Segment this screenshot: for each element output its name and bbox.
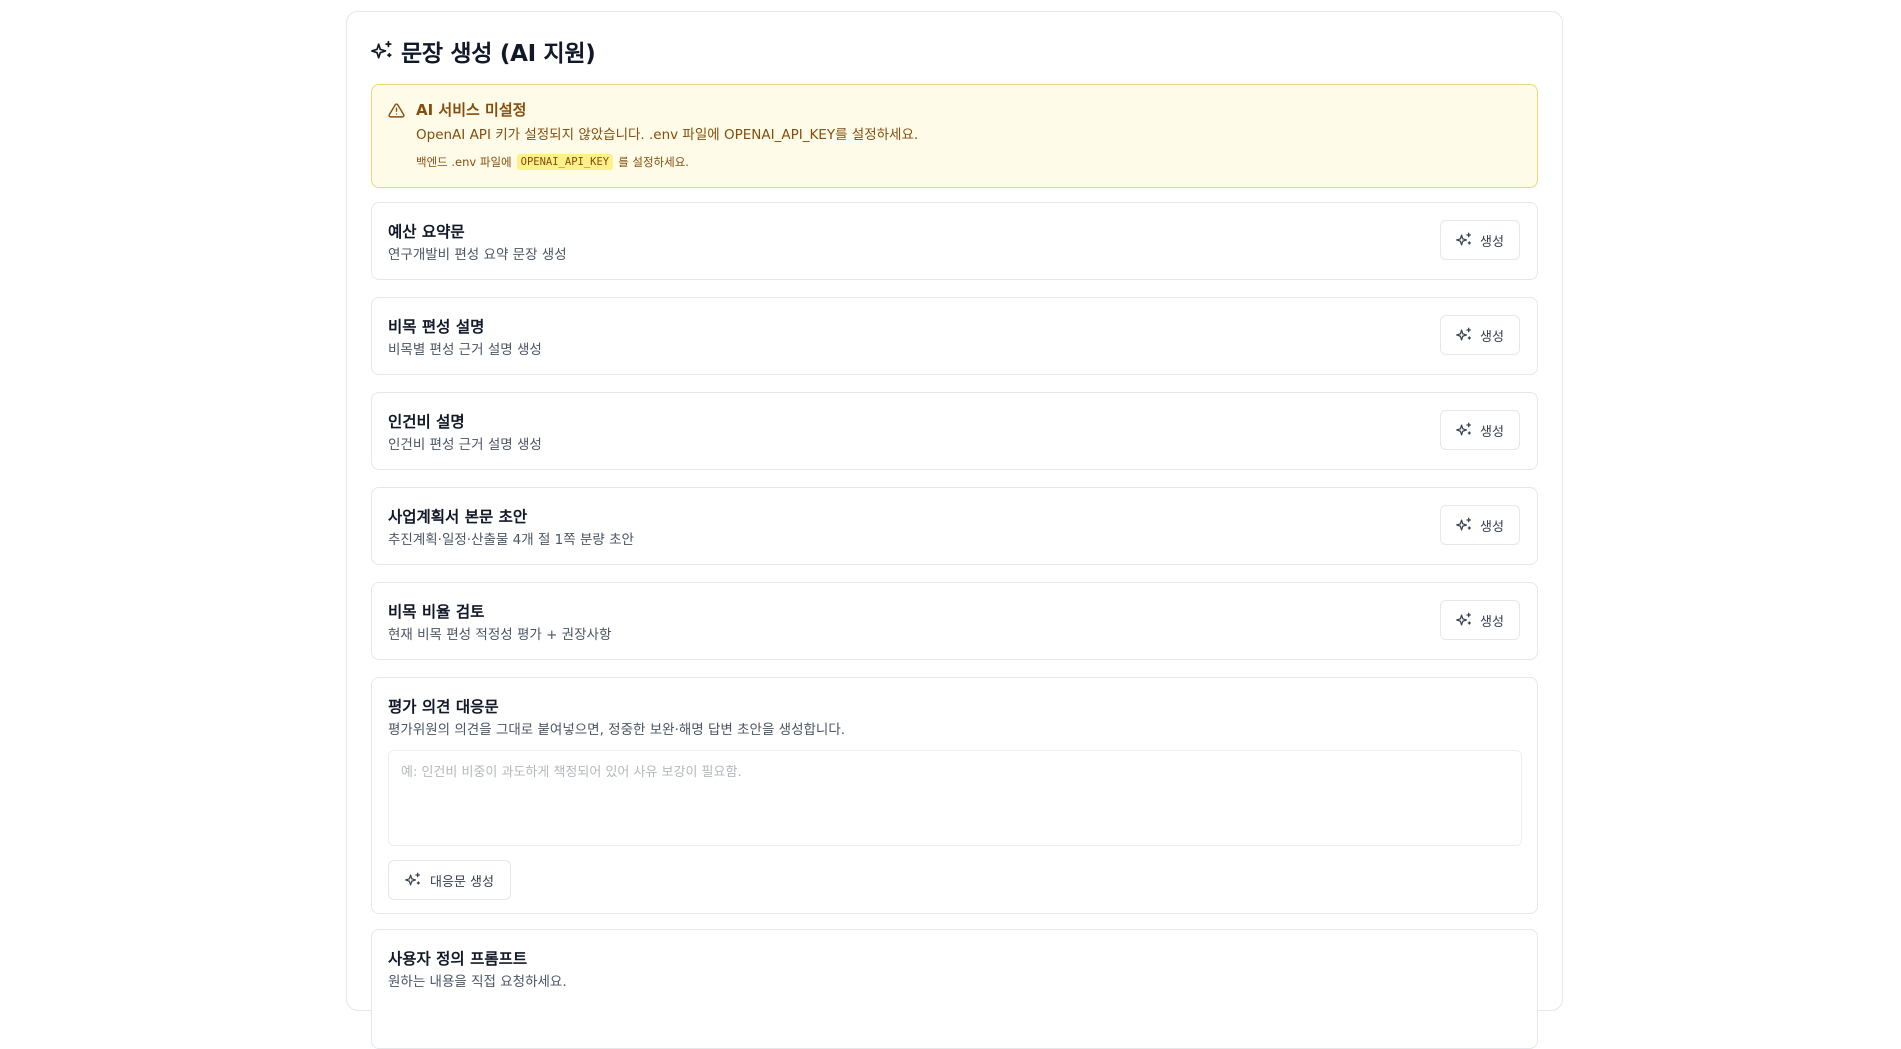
alert-hint-code: OPENAI_API_KEY	[516, 154, 614, 170]
card-title: 예산 요약문	[388, 223, 465, 241]
sparkles-icon	[1456, 327, 1472, 341]
card-title: 인건비 설명	[388, 413, 465, 431]
generate-button-label: 생성	[1480, 329, 1504, 345]
sparkles-icon	[371, 40, 392, 59]
generate-personnel-cost-button[interactable]: 생성	[1440, 410, 1520, 450]
sparkles-icon	[405, 872, 421, 886]
ai-generation-panel: 문장 생성 (AI 지원) AI 서비스 미설정 OpenAI API 키가 설…	[346, 11, 1563, 1049]
card-description: 추진계획·일정·산출물 4개 절 1쪽 분량 초안	[388, 532, 634, 548]
sparkles-icon	[1456, 612, 1472, 626]
card-description: 인건비 편성 근거 설명 생성	[388, 437, 542, 453]
generate-button-label: 생성	[1480, 424, 1504, 440]
generate-budget-summary-button[interactable]: 생성	[1440, 220, 1520, 260]
sparkles-icon	[1456, 422, 1472, 436]
card-title: 사용자 정의 프롬프트	[388, 950, 528, 968]
generate-button-label: 생성	[1480, 614, 1504, 630]
card-title: 평가 의견 대응문	[388, 698, 499, 716]
card-description: 원하는 내용을 직접 요청하세요.	[388, 974, 567, 990]
alert-hint: 백엔드 .env 파일에 OPENAI_API_KEY 를 설정하세요.	[416, 154, 689, 170]
card-title: 비목 편성 설명	[388, 318, 485, 336]
card-title: 비목 비율 검토	[388, 603, 485, 621]
generate-item-allocation-button[interactable]: 생성	[1440, 315, 1520, 355]
evaluation-opinion-input[interactable]	[388, 750, 1522, 846]
card-description: 현재 비목 편성 적정성 평가 + 권장사항	[388, 627, 612, 643]
card-personnel-cost: 인건비 설명 인건비 편성 근거 설명 생성 생성	[371, 392, 1538, 470]
generate-button-label: 생성	[1480, 519, 1504, 535]
generate-response-label: 대응문 생성	[430, 874, 494, 890]
sparkles-icon	[1456, 517, 1472, 531]
card-budget-summary: 예산 요약문 연구개발비 편성 요약 문장 생성 생성	[371, 202, 1538, 280]
card-title: 사업계획서 본문 초안	[388, 508, 528, 526]
generate-response-button[interactable]: 대응문 생성	[388, 860, 511, 900]
card-description: 비목별 편성 근거 설명 생성	[388, 342, 542, 358]
alert-hint-prefix: 백엔드 .env 파일에	[416, 155, 512, 169]
card-description: 평가위원의 의견을 그대로 붙여넣으면, 정중한 보완·해명 답변 초안을 생성…	[388, 722, 846, 738]
alert-hint-suffix: 를 설정하세요.	[618, 155, 689, 169]
generate-business-plan-button[interactable]: 생성	[1440, 505, 1520, 545]
generate-button-label: 생성	[1480, 234, 1504, 250]
card-evaluation-response: 평가 의견 대응문 평가위원의 의견을 그대로 붙여넣으면, 정중한 보완·해명…	[371, 677, 1538, 914]
card-custom-prompt: 사용자 정의 프롬프트 원하는 내용을 직접 요청하세요.	[371, 929, 1538, 1049]
card-description: 연구개발비 편성 요약 문장 생성	[388, 247, 567, 263]
card-item-allocation: 비목 편성 설명 비목별 편성 근거 설명 생성 생성	[371, 297, 1538, 375]
page-title: 문장 생성 (AI 지원)	[401, 41, 596, 67]
alert-message: OpenAI API 키가 설정되지 않았습니다. .env 파일에 OPENA…	[416, 127, 919, 143]
generate-ratio-review-button[interactable]: 생성	[1440, 600, 1520, 640]
card-business-plan-draft: 사업계획서 본문 초안 추진계획·일정·산출물 4개 절 1쪽 분량 초안 생성	[371, 487, 1538, 565]
warning-triangle-icon	[388, 103, 405, 118]
alert-title: AI 서비스 미설정	[416, 101, 527, 119]
card-item-ratio-review: 비목 비율 검토 현재 비목 편성 적정성 평가 + 권장사항 생성	[371, 582, 1538, 660]
ai-service-warning: AI 서비스 미설정 OpenAI API 키가 설정되지 않았습니다. .en…	[371, 84, 1538, 188]
sparkles-icon	[1456, 232, 1472, 246]
panel-header: 문장 생성 (AI 지원)	[371, 36, 596, 67]
